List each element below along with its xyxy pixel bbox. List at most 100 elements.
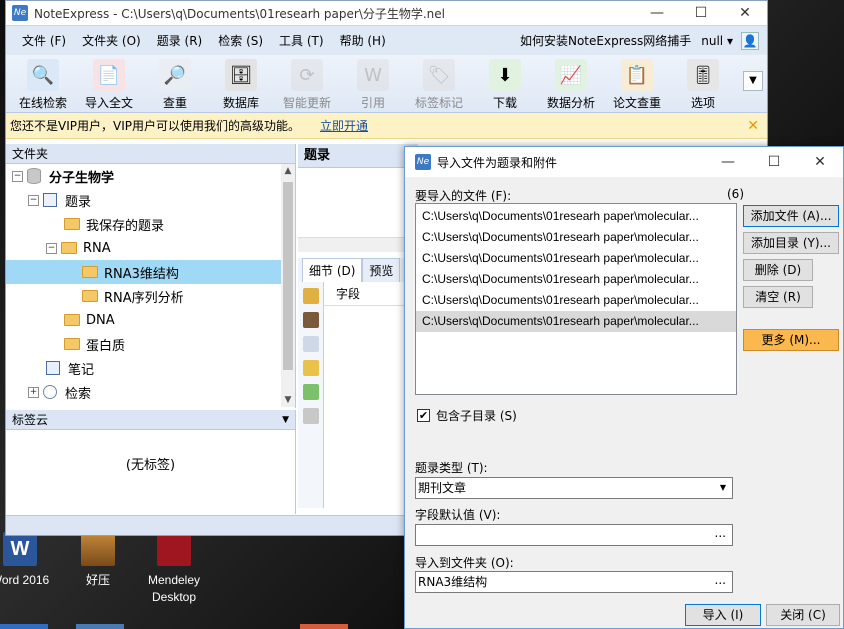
taskbar-item[interactable] xyxy=(0,624,48,629)
chevron-down-icon[interactable]: ▼ xyxy=(282,415,289,425)
cite-icon: W xyxy=(357,59,389,91)
tree-item-records[interactable]: − 题录 xyxy=(6,188,295,212)
install-capture-link[interactable]: 如何安装NoteExpress网络捕手 xyxy=(520,32,701,49)
tool-online-search[interactable]: 🔍 在线检索 xyxy=(10,59,76,111)
close-button[interactable]: ✕ xyxy=(723,1,767,25)
user-select[interactable]: null ▾ xyxy=(701,34,741,48)
delete-button[interactable]: 删除 (D) xyxy=(743,259,813,281)
record-type-select[interactable]: 期刊文章 ▼ xyxy=(415,477,733,499)
tool-paper-check[interactable]: 📋 论文查重 xyxy=(604,59,670,111)
tree-item-rna-seq[interactable]: RNA序列分析 xyxy=(6,284,295,308)
tree-item-label: 我保存的题录 xyxy=(86,218,165,234)
file-list[interactable]: C:\Users\q\Documents\01researh paper\mol… xyxy=(415,203,737,395)
tree-item-notes[interactable]: 笔记 xyxy=(6,356,295,380)
file-list-item[interactable]: C:\Users\q\Documents\01researh paper\mol… xyxy=(416,227,736,248)
copy-icon[interactable] xyxy=(303,336,319,352)
records-grid[interactable] xyxy=(298,168,418,238)
smart-update-icon: ⟳ xyxy=(291,59,323,91)
collapse-icon[interactable]: − xyxy=(28,194,39,206)
dialog-close-button[interactable]: 关闭 (C) xyxy=(766,604,840,626)
tree-item-rna3d[interactable]: RNA3维结构 xyxy=(6,260,295,284)
bookmark-icon[interactable] xyxy=(303,312,319,328)
tool-label: 引用 xyxy=(360,96,385,110)
taskbar-item[interactable] xyxy=(76,624,124,629)
online-search-icon: 🔍 xyxy=(27,59,59,91)
tool-dedupe[interactable]: 🔎 查重 xyxy=(142,59,208,111)
menu-tools[interactable]: 工具 (T) xyxy=(271,32,332,49)
include-subdirs-checkbox[interactable]: ✔ 包含子目录 (S) xyxy=(417,407,517,424)
lock-icon[interactable] xyxy=(303,288,319,304)
dialog-titlebar[interactable]: Ne 导入文件为题录和附件 — ☐ ✕ xyxy=(405,147,843,177)
tab-preview[interactable]: 预览 xyxy=(362,258,401,282)
expand-fields-icon[interactable] xyxy=(303,384,319,400)
scrollbar-thumb[interactable] xyxy=(283,182,293,370)
tree-item-root[interactable]: − 分子生物学 xyxy=(6,164,295,188)
brush-icon[interactable] xyxy=(303,360,319,376)
tool-download[interactable]: ⬇ 下载 xyxy=(472,59,538,111)
clear-button[interactable]: 清空 (R) xyxy=(743,286,813,308)
collapse-icon[interactable]: − xyxy=(46,242,57,254)
import-folder-input[interactable]: RNA3维结构 ... xyxy=(415,571,733,593)
menu-folder[interactable]: 文件夹 (O) xyxy=(74,32,149,49)
word-icon: W xyxy=(3,532,37,566)
menu-help[interactable]: 帮助 (H) xyxy=(332,32,394,49)
vip-activate-link[interactable]: 立即开通 xyxy=(320,117,368,134)
close-button[interactable]: ✕ xyxy=(797,147,843,177)
records-hscrollbar[interactable] xyxy=(298,238,418,252)
tag-icon: 🏷 xyxy=(423,59,455,91)
minimize-button[interactable]: — xyxy=(705,147,751,177)
collapse-icon[interactable]: − xyxy=(12,170,23,182)
tool-analysis[interactable]: 📈 数据分析 xyxy=(538,59,604,111)
tool-import-fulltext[interactable]: 📄 导入全文 xyxy=(76,59,142,111)
user-icon[interactable]: 👤 xyxy=(741,31,759,50)
import-folder-value: RNA3维结构 xyxy=(418,575,488,589)
add-file-button[interactable]: 添加文件 (A)... xyxy=(743,205,839,227)
tree-item-rna[interactable]: − RNA xyxy=(6,236,295,260)
menu-file[interactable]: 文件 (F) xyxy=(14,32,74,49)
menu-records[interactable]: 题录 (R) xyxy=(149,32,211,49)
browse-icon[interactable]: ... xyxy=(715,523,726,543)
desktop-icon-mendeley[interactable]: Mendeley Desktop xyxy=(132,532,216,606)
minimize-button[interactable]: — xyxy=(635,1,679,25)
file-list-item[interactable]: C:\Users\q\Documents\01researh paper\mol… xyxy=(416,269,736,290)
field-default-input[interactable]: ... xyxy=(415,524,733,546)
clean-icon[interactable] xyxy=(303,408,319,424)
dialog-title: 导入文件为题录和附件 xyxy=(437,155,558,170)
toolbar-overflow-button[interactable]: ▼ xyxy=(743,71,763,91)
maximize-button[interactable]: ☐ xyxy=(679,1,723,25)
tool-database[interactable]: 🗄 数据库 xyxy=(208,59,274,111)
file-list-item[interactable]: C:\Users\q\Documents\01researh paper\mol… xyxy=(416,206,736,227)
menu-search[interactable]: 检索 (S) xyxy=(210,32,271,49)
window-titlebar[interactable]: Ne NoteExpress - C:\Users\q\Documents\01… xyxy=(6,1,767,25)
tool-cite[interactable]: W 引用 xyxy=(340,59,406,111)
folder-tree-scrollbar[interactable]: ▲ ▼ xyxy=(281,164,295,407)
browse-icon[interactable]: ... xyxy=(715,570,726,590)
tree-item-saved[interactable]: 我保存的题录 xyxy=(6,212,295,236)
tree-item-protein[interactable]: 蛋白质 xyxy=(6,332,295,356)
import-button[interactable]: 导入 (I) xyxy=(685,604,761,626)
expand-icon[interactable]: + xyxy=(28,386,39,398)
tree-item-dna[interactable]: DNA xyxy=(6,308,295,332)
tab-detail[interactable]: 细节 (D) xyxy=(302,258,363,282)
tool-smart-update[interactable]: ⟳ 智能更新 xyxy=(274,59,340,111)
records-header: 题录 xyxy=(298,144,418,168)
tag-cloud-header: 标签云 ▼ xyxy=(6,410,295,430)
tool-label: 下载 xyxy=(492,96,517,110)
desktop-icon-word[interactable]: W Word 2016 xyxy=(0,532,60,589)
add-directory-button[interactable]: 添加目录 (Y)... xyxy=(743,232,839,254)
scroll-down-icon[interactable]: ▼ xyxy=(281,395,295,405)
more-button[interactable]: 更多 (M)... xyxy=(743,329,839,351)
tree-item-search[interactable]: + 检索 xyxy=(6,380,295,404)
tool-options[interactable]: 🎚 选项 xyxy=(670,59,736,111)
file-list-item-selected[interactable]: C:\Users\q\Documents\01researh paper\mol… xyxy=(416,311,736,332)
close-icon[interactable]: ✕ xyxy=(747,118,759,134)
scroll-up-icon[interactable]: ▲ xyxy=(281,166,295,176)
tree-item-label: DNA xyxy=(86,312,115,328)
tool-tag[interactable]: 🏷 标签标记 xyxy=(406,59,472,111)
file-list-item[interactable]: C:\Users\q\Documents\01researh paper\mol… xyxy=(416,248,736,269)
tool-label: 标签标记 xyxy=(414,96,463,110)
taskbar-item[interactable] xyxy=(300,624,348,629)
desktop-icon-haozip[interactable]: 好压 xyxy=(58,532,138,589)
maximize-button[interactable]: ☐ xyxy=(751,147,797,177)
file-list-item[interactable]: C:\Users\q\Documents\01researh paper\mol… xyxy=(416,290,736,311)
